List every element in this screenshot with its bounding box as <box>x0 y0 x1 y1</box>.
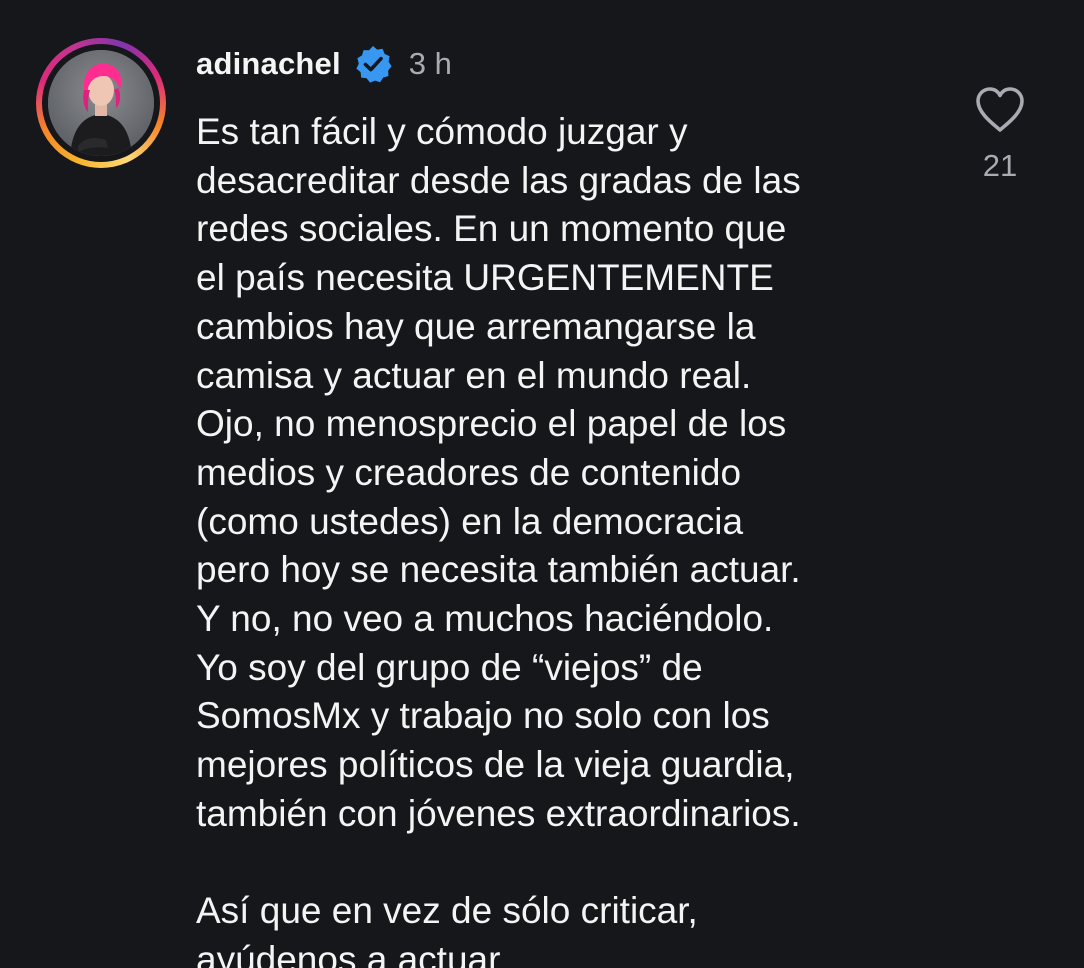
comment-text: Es tan fácil y cómodo juzgar y desacredi… <box>196 111 801 968</box>
story-ring[interactable] <box>36 38 166 168</box>
like-count: 21 <box>982 148 1018 183</box>
heart-outline-icon[interactable] <box>974 86 1026 134</box>
comment: adinachel 3 h Es tan fácil y cómodo juzg… <box>0 0 1084 968</box>
avatar[interactable] <box>48 50 154 156</box>
timestamp: 3 h <box>408 46 452 81</box>
comment-header: adinachel 3 h <box>196 44 452 84</box>
username[interactable]: adinachel <box>196 46 341 82</box>
verified-badge-icon <box>353 44 393 84</box>
avatar-photo <box>48 50 154 156</box>
